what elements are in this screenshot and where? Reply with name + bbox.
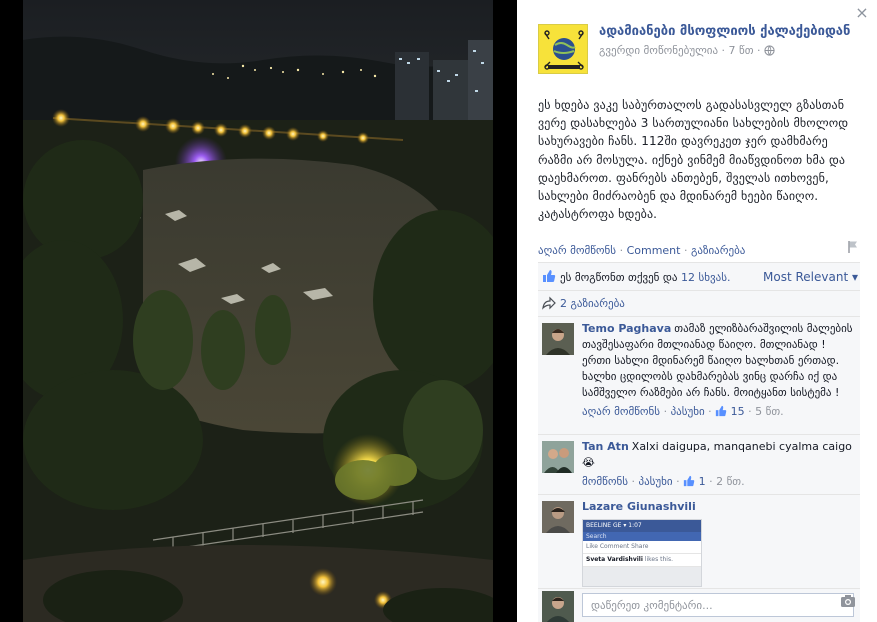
comment-like-count[interactable]: 1 (699, 475, 706, 488)
flood-photo[interactable] (23, 0, 493, 622)
comment-like-count[interactable]: 15 (731, 405, 745, 418)
comment-text: Xalxi daigupa, manqanebi cyalma caigo (631, 440, 852, 453)
avatar[interactable] (542, 323, 574, 355)
comment-body: Temo Paghava თამაზ ელიზბარაშვილის მალების… (582, 321, 854, 420)
unlike-link[interactable]: აღარ მომწონს (538, 244, 616, 257)
likes-others-link[interactable]: 12 სხვას. (681, 271, 730, 284)
comment-time: 5 წთ. (755, 405, 784, 418)
comment-like-link[interactable]: მომწონს (582, 475, 628, 488)
globe-icon[interactable] (764, 45, 775, 56)
comment-author-link[interactable]: Lazare Giunashvili (582, 500, 696, 513)
share-link[interactable]: გაზიარება (691, 244, 745, 257)
shot-likes-row: Sveta Vardishvili likes this. (583, 554, 701, 567)
separator: · (619, 244, 624, 257)
comment-author-link[interactable]: Temo Paghava (582, 322, 671, 335)
comment-input[interactable]: დაწერეთ კომენტარი... (582, 593, 854, 617)
flag-icon[interactable] (846, 240, 860, 254)
shot-liker-name: Sveta Vardishvili (586, 556, 643, 563)
comment-meta: მომწონს · პასუხი · 1 · 2 წთ. (582, 475, 745, 488)
like-thumb-icon (683, 475, 695, 487)
share-arrow-icon (542, 296, 556, 310)
comment-screenshot-image[interactable]: BEELINE GE ▾ 1:07 Search Like Comment Sh… (582, 519, 702, 587)
comment-reply-link[interactable]: პასუხი (671, 405, 705, 418)
post-meta: გვერდი მოწონებულია · 7 წთ · (599, 44, 775, 57)
avatar[interactable] (542, 591, 574, 622)
avatar[interactable] (542, 441, 574, 473)
comment-unlike-link[interactable]: აღარ მომწონს (582, 405, 660, 418)
close-icon[interactable]: × (853, 4, 871, 22)
comment-time: 2 წთ. (716, 475, 745, 488)
camera-icon[interactable] (840, 594, 856, 608)
shot-action-row: Like Comment Share (583, 541, 701, 554)
viewer-margin-left (0, 0, 23, 622)
page-avatar[interactable] (538, 24, 588, 74)
post-actions: აღარ მომწონს · Comment · გაზიარება (538, 241, 860, 257)
shot-search-bar: Search (583, 532, 701, 541)
page-logo (539, 25, 587, 73)
likes-summary: ეს მოგწონთ თქვენ და 12 სხვას. Most Relev… (538, 262, 860, 291)
shot-status-bar: BEELINE GE ▾ 1:07 (583, 520, 701, 532)
like-thumb-icon (543, 270, 556, 282)
post-text: ეს ხდება ვაკე საბურთალოს გადასასვლელ გზა… (538, 98, 849, 222)
comment-item: Lazare Giunashvili BEELINE GE ▾ 1:07 Sea… (538, 494, 860, 589)
comment-body: Lazare Giunashvili (582, 499, 854, 515)
shares-count-link[interactable]: 2 გაზიარება (560, 297, 625, 310)
comment-item: Tan Atn Xalxi daigupa, manqanebi cyalma c… (538, 434, 860, 495)
separator: · (683, 244, 688, 257)
viewer-margin-right (493, 0, 517, 622)
post-meta-text: გვერდი მოწონებულია · 7 წთ · (599, 44, 761, 57)
likes-text-prefix: ეს მოგწონთ თქვენ და (560, 271, 682, 284)
comment-reply-link[interactable]: პასუხი (638, 475, 672, 488)
crying-emoji-icon: 😭 (582, 456, 595, 469)
post-side-panel: × ადამიანები მსოფლიოს ქალაქებიდან გვერდი… (517, 0, 877, 622)
comment-meta: აღარ მომწონს · პასუხი · 15 · 5 წთ. (582, 405, 784, 418)
shares-summary: 2 გაზიარება (538, 290, 860, 317)
page-name-link[interactable]: ადამიანები მსოფლიოს ქალაქებიდან (599, 24, 850, 39)
comment-body: Tan Atn Xalxi daigupa, manqanebi cyalma c… (582, 439, 854, 490)
most-relevant-dropdown[interactable]: Most Relevant ▾ (763, 270, 858, 284)
comment-item: Temo Paghava თამაზ ელიზბარაშვილის მალების… (538, 316, 860, 435)
photo-viewer (0, 0, 517, 622)
comment-link[interactable]: Comment (627, 244, 681, 257)
avatar[interactable] (542, 501, 574, 533)
like-thumb-icon (716, 405, 727, 417)
likes-text: ეს მოგწონთ თქვენ და 12 სხვას. (560, 271, 730, 284)
write-comment-box: დაწერეთ კომენტარი... (538, 588, 860, 622)
comment-author-link[interactable]: Tan Atn (582, 440, 629, 453)
comments-list: Temo Paghava თამაზ ელიზბარაშვილის მალების… (538, 316, 860, 622)
shot-likes-suffix: likes this. (642, 556, 673, 563)
